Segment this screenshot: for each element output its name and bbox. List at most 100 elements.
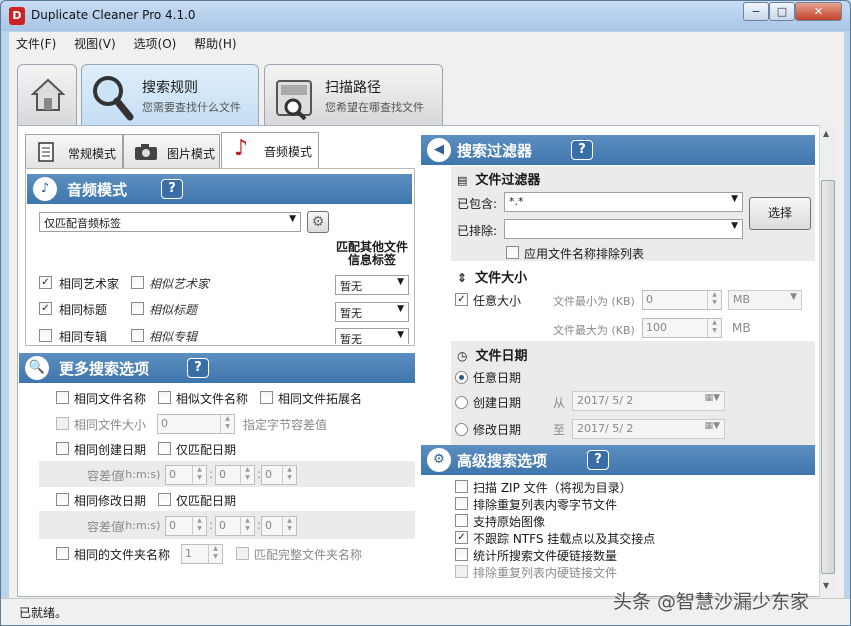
menu-view[interactable]: 视图(V) [67,32,123,52]
modified-seconds-value: 0 [265,519,272,532]
search-filter-help-button[interactable]: ? [571,140,593,160]
same-extension-checkbox[interactable] [260,391,273,404]
search-filter-header: ◀ 搜索过滤器 ? [421,135,815,165]
audio-settings-button[interactable]: ⚙ [307,211,329,233]
spin-arrows-icon[interactable]: ▲ ▼ [240,466,254,484]
menu-help[interactable]: 帮助(H) [187,32,243,52]
menu-options[interactable]: 选项(O) [127,32,184,52]
size-tolerance-spinner[interactable]: 0 ▲ ▼ [157,414,235,434]
min-size-unit-combo[interactable]: MB ▼ [728,290,802,310]
document-small-icon: ▤ [457,174,468,187]
include-filter-value: *.* [509,195,524,208]
artist-match-combo[interactable]: 暂无 ▼ [335,275,409,295]
search-icon: 🔍 [25,356,49,380]
created-hours-spinner[interactable]: 0 ▲ ▼ [165,465,207,485]
menu-file[interactable]: 文件(F) [9,32,63,52]
created-minutes-spinner[interactable]: 0 ▲ ▼ [215,465,255,485]
same-modified-checkbox[interactable] [56,493,69,506]
same-filename-checkbox[interactable] [56,391,69,404]
gear-icon: ⚙ [427,448,451,472]
same-folder-checkbox[interactable] [56,547,69,560]
from-date-picker[interactable]: 2017/ 5/ 2 ▦▼ [572,391,725,411]
created-seconds-spinner[interactable]: 0 ▲ ▼ [261,465,297,485]
tab-scan-path[interactable]: 扫描路径 您希望在哪查找文件 [264,64,443,126]
title-bar: D Duplicate Cleaner Pro 4.1.0 − □ ✕ [1,1,850,31]
same-artist-checkbox[interactable]: ✓ [39,276,52,289]
maximize-button[interactable]: □ [769,2,795,21]
spin-arrows-icon[interactable]: ▲ ▼ [707,319,721,337]
exclude-hardlinks-checkbox[interactable] [455,565,468,578]
tab-normal-mode[interactable]: 常规模式 [25,134,123,168]
min-size-unit-value: MB [733,293,751,306]
max-size-label: 文件最大为 (KB) [553,324,635,337]
album-match-combo[interactable]: 暂无 ▼ [335,328,409,344]
title-match-combo[interactable]: 暂无 ▼ [335,302,409,322]
spin-arrows-icon[interactable]: ▲ ▼ [282,466,296,484]
modified-minutes-spinner[interactable]: 0 ▲ ▼ [215,516,255,536]
scroll-down-icon[interactable]: ▼ [823,581,829,590]
to-date-picker[interactable]: 2017/ 5/ 2 ▦▼ [572,419,725,439]
scroll-up-icon[interactable]: ▲ [823,129,829,138]
spin-arrows-icon[interactable]: ▲ ▼ [282,517,296,535]
any-size-checkbox[interactable]: ✓ [455,293,468,306]
created-date-only-checkbox[interactable] [158,442,171,455]
audio-mode-title: 音频模式 [67,181,128,199]
advanced-options-help-button[interactable]: ? [587,450,609,470]
similar-artist-checkbox[interactable] [131,276,144,289]
similar-album-checkbox[interactable] [131,329,144,342]
minimize-button[interactable]: − [743,2,769,21]
count-hardlinks-checkbox[interactable] [455,548,468,561]
modified-hours-spinner[interactable]: 0 ▲ ▼ [165,516,207,536]
tab-image-mode[interactable]: 图片模式 [123,134,220,168]
scroll-thumb[interactable] [821,180,835,574]
same-album-checkbox[interactable] [39,329,52,342]
apply-exclude-list-checkbox[interactable] [506,246,519,259]
spin-arrows-icon[interactable]: ▲ ▼ [192,517,206,535]
modified-date-only-checkbox[interactable] [158,493,171,506]
vertical-scrollbar[interactable]: ▲ ▼ [819,125,836,597]
exclude-zero-byte-checkbox[interactable] [455,497,468,510]
tab-normal-mode-label: 常规模式 [68,147,117,161]
advanced-options-title: 高级搜索选项 [457,452,548,470]
more-options-title: 更多搜索选项 [59,360,150,378]
to-date-value: 2017/ 5/ 2 [577,422,634,435]
audio-help-button[interactable]: ? [161,179,183,199]
spin-arrows-icon[interactable]: ▲ ▼ [220,415,234,433]
full-folder-checkbox[interactable] [236,547,249,560]
similar-filename-checkbox[interactable] [158,391,171,404]
size-tolerance-value: 0 [161,417,168,430]
spin-arrows-icon[interactable]: ▲ ▼ [240,517,254,535]
calendar-dropdown-icon: ▦▼ [704,421,720,431]
audio-match-select[interactable]: 仅匹配音频标签 ▼ [39,212,301,232]
spin-arrows-icon[interactable]: ▲ ▼ [208,545,222,563]
any-date-radio[interactable] [455,371,468,384]
similar-title-checkbox[interactable] [131,302,144,315]
scan-zip-checkbox[interactable] [455,480,468,493]
spin-arrows-icon[interactable]: ▲ ▼ [192,466,206,484]
tab-search-rules[interactable]: 搜索规则 您需要查找什么文件 [81,64,259,126]
same-size-checkbox[interactable] [56,417,69,430]
file-size-title-text: 文件大小 [475,271,528,286]
created-date-radio[interactable] [455,396,468,409]
same-filename-label: 相同文件名称 [74,392,147,406]
min-size-spinner[interactable]: 0 ▲ ▼ [642,290,722,310]
same-title-label: 相同标题 [59,303,108,317]
same-created-checkbox[interactable] [56,442,69,455]
exclude-filter-combo[interactable]: ▼ [504,219,743,239]
tab-home[interactable] [17,64,77,126]
select-button[interactable]: 选择 [749,197,811,230]
tab-audio-mode[interactable]: ♪ 音频模式 [221,132,319,168]
folder-depth-spinner[interactable]: 1 ▲ ▼ [181,544,223,564]
modified-seconds-spinner[interactable]: 0 ▲ ▼ [261,516,297,536]
max-size-spinner[interactable]: 100 ▲ ▼ [642,318,722,338]
ntfs-mount-checkbox[interactable]: ✓ [455,531,468,544]
raw-images-checkbox[interactable] [455,514,468,527]
more-options-help-button[interactable]: ? [187,358,209,378]
modified-date-radio[interactable] [455,423,468,436]
close-button[interactable]: ✕ [795,2,842,21]
audio-mode-header: ♪ 音频模式 ? [27,174,412,204]
same-title-checkbox[interactable]: ✓ [39,302,52,315]
spin-arrows-icon[interactable]: ▲ ▼ [707,291,721,309]
include-filter-combo[interactable]: *.* ▼ [504,192,743,212]
same-created-label: 相同创建日期 [74,443,147,457]
